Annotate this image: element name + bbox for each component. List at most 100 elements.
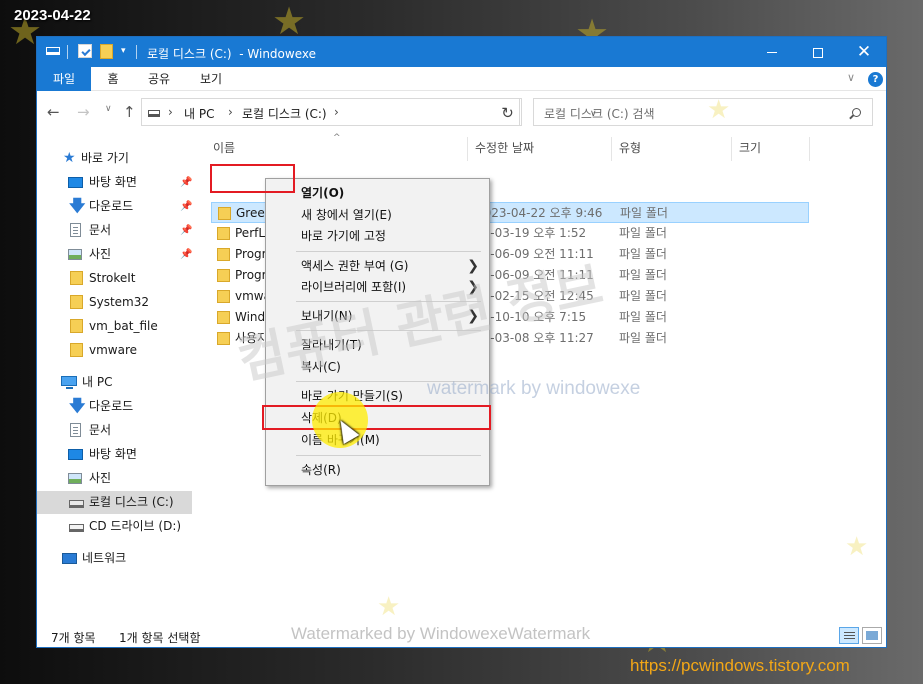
menu-item-open-new-window[interactable]: 새 창에서 열기(E) [268, 204, 487, 226]
nav-item-pc-desktop[interactable]: 바탕 화면 [37, 443, 197, 466]
close-button[interactable]: ✕ [841, 37, 886, 67]
nav-item-downloads[interactable]: 🡇 다운로드 📌 [37, 195, 197, 218]
menu-item-copy[interactable]: 복사(C) [268, 356, 487, 378]
up-button[interactable]: ↑ [123, 103, 136, 121]
menu-item-give-access[interactable]: 액세스 권한 부여 (G) ❯ [268, 255, 487, 277]
nav-item-system32[interactable]: System32 [37, 291, 197, 314]
nav-item-vm-bat-file[interactable]: vm_bat_file [37, 315, 197, 338]
menu-separator [296, 381, 481, 382]
properties-icon[interactable] [78, 44, 92, 58]
pin-icon[interactable]: 📌 [180, 243, 192, 266]
folder-icon [217, 227, 230, 240]
address-bar[interactable]: › 내 PC › 로컬 디스크 (C:) › ∨ [141, 98, 597, 126]
pin-icon[interactable]: 📌 [180, 171, 192, 194]
highlight-box-delete [262, 405, 491, 430]
column-separator[interactable] [467, 137, 468, 161]
menu-item-properties[interactable]: 속성(R) [268, 459, 487, 481]
folder-icon [217, 248, 230, 261]
column-separator[interactable] [809, 137, 810, 161]
file-type: 파일 폴더 [619, 289, 667, 303]
breadcrumb-this-pc[interactable]: 내 PC [184, 105, 214, 122]
minimize-button[interactable] [749, 37, 795, 67]
new-folder-icon[interactable] [100, 44, 113, 59]
help-icon[interactable]: ? [868, 72, 883, 87]
back-button[interactable]: ← [47, 103, 60, 121]
nav-item-desktop[interactable]: 바탕 화면 📌 [37, 171, 197, 194]
background-star-icon: ★ [272, 0, 307, 43]
breadcrumb-separator[interactable]: › [334, 105, 339, 119]
file-name: Progr [235, 247, 267, 261]
nav-label: 사진 [89, 247, 112, 261]
column-header-size[interactable]: 크기 [739, 139, 761, 159]
menu-item-include-library[interactable]: 라이브러리에 포함(I) ❯ [268, 276, 487, 298]
chevron-down-icon[interactable]: ▾ [121, 46, 126, 56]
nav-item-local-disk[interactable]: 로컬 디스크 (C:) [37, 491, 192, 514]
nav-network[interactable]: 네트워크 [37, 547, 197, 570]
date-stamp: 2023-04-22 [14, 7, 91, 24]
column-header-type[interactable]: 유형 [619, 139, 641, 159]
nav-item-pictures[interactable]: 사진 📌 [37, 243, 197, 266]
large-icons-view-button[interactable] [862, 627, 882, 644]
maximize-button[interactable] [795, 37, 841, 67]
column-header-date[interactable]: 수정한 날짜 [475, 139, 534, 159]
column-separator[interactable] [731, 137, 732, 161]
nav-label: 바로 가기 [81, 151, 129, 165]
refresh-button[interactable]: ↻ [496, 98, 520, 126]
pin-icon[interactable]: 📌 [180, 195, 192, 218]
column-separator[interactable] [611, 137, 612, 161]
drive-icon [46, 47, 60, 55]
document-icon [70, 423, 81, 437]
menu-item-label: 열기(O) [301, 186, 345, 200]
nav-item-pc-downloads[interactable]: 🡇 다운로드 [37, 395, 197, 418]
menu-item-pin-quick-access[interactable]: 바로 가기에 고정 [268, 225, 487, 247]
nav-this-pc[interactable]: 내 PC [37, 371, 197, 394]
tab-view[interactable]: 보기 [191, 67, 231, 91]
nav-item-strokeit[interactable]: StrokeIt [37, 267, 197, 290]
drive-icon [69, 500, 84, 508]
chevron-right-icon: ❯ [467, 258, 479, 274]
large-icons-view-icon [866, 631, 878, 640]
nav-item-cd-drive[interactable]: CD 드라이브 (D:) [37, 515, 197, 538]
file-type: 파일 폴더 [620, 206, 668, 220]
details-view-button[interactable] [839, 627, 859, 644]
menu-separator [296, 251, 481, 252]
folder-icon [70, 343, 83, 357]
highlight-box-selected-folder [210, 164, 295, 193]
pin-icon[interactable]: 📌 [180, 219, 192, 242]
nav-label: CD 드라이브 (D:) [89, 519, 182, 533]
tab-file[interactable]: 파일 [37, 67, 91, 91]
menu-item-rename[interactable]: 이름 바꾸기(M) [268, 429, 487, 451]
pictures-icon [68, 249, 82, 260]
nav-label: 다운로드 [89, 399, 134, 413]
column-header-name[interactable]: 이름 [213, 139, 235, 159]
chevron-right-icon: ❯ [467, 279, 479, 295]
breadcrumb-separator[interactable]: › [168, 105, 173, 119]
nav-quick-access[interactable]: ★ 바로 가기 [37, 147, 197, 170]
nav-item-vmware[interactable]: vmware [37, 339, 197, 362]
forward-button[interactable]: → [77, 103, 90, 121]
explorer-window: ▾ 로컬 디스크 (C:) - Windowexe ✕ 파일 홈 공유 보기 ∨… [36, 36, 887, 648]
menu-item-send-to[interactable]: 보내기(N) ❯ [268, 305, 487, 327]
menu-item-open[interactable]: 열기(O) [268, 182, 487, 204]
file-type: 파일 폴더 [619, 268, 667, 282]
folder-icon [217, 332, 230, 345]
desktop-icon [68, 449, 83, 460]
minimize-icon [767, 52, 777, 53]
nav-item-documents[interactable]: 문서 📌 [37, 219, 197, 242]
nav-label: StrokeIt [89, 271, 136, 285]
nav-item-pc-documents[interactable]: 문서 [37, 419, 197, 442]
maximize-icon [813, 47, 823, 58]
tab-share[interactable]: 공유 [139, 67, 179, 91]
nav-item-pc-pictures[interactable]: 사진 [37, 467, 197, 490]
tab-home[interactable]: 홈 [99, 67, 127, 91]
recent-locations-icon[interactable]: ∨ [105, 104, 112, 114]
expand-ribbon-icon[interactable]: ∨ [847, 71, 855, 84]
breadcrumb-local-disk[interactable]: 로컬 디스크 (C:) [242, 105, 327, 122]
search-placeholder: 로컬 디스크 (C:) 검색 [544, 107, 655, 121]
menu-item-create-shortcut[interactable]: 바로 가기 만들기(S) [268, 385, 487, 407]
menu-item-label: 복사(C) [301, 360, 341, 374]
breadcrumb-separator[interactable]: › [228, 105, 233, 119]
menu-item-cut[interactable]: 잘라내기(T) [268, 334, 487, 356]
selection-count: 1개 항목 선택함 [119, 631, 201, 645]
search-input[interactable]: 로컬 디스크 (C:) 검색 [533, 98, 873, 126]
